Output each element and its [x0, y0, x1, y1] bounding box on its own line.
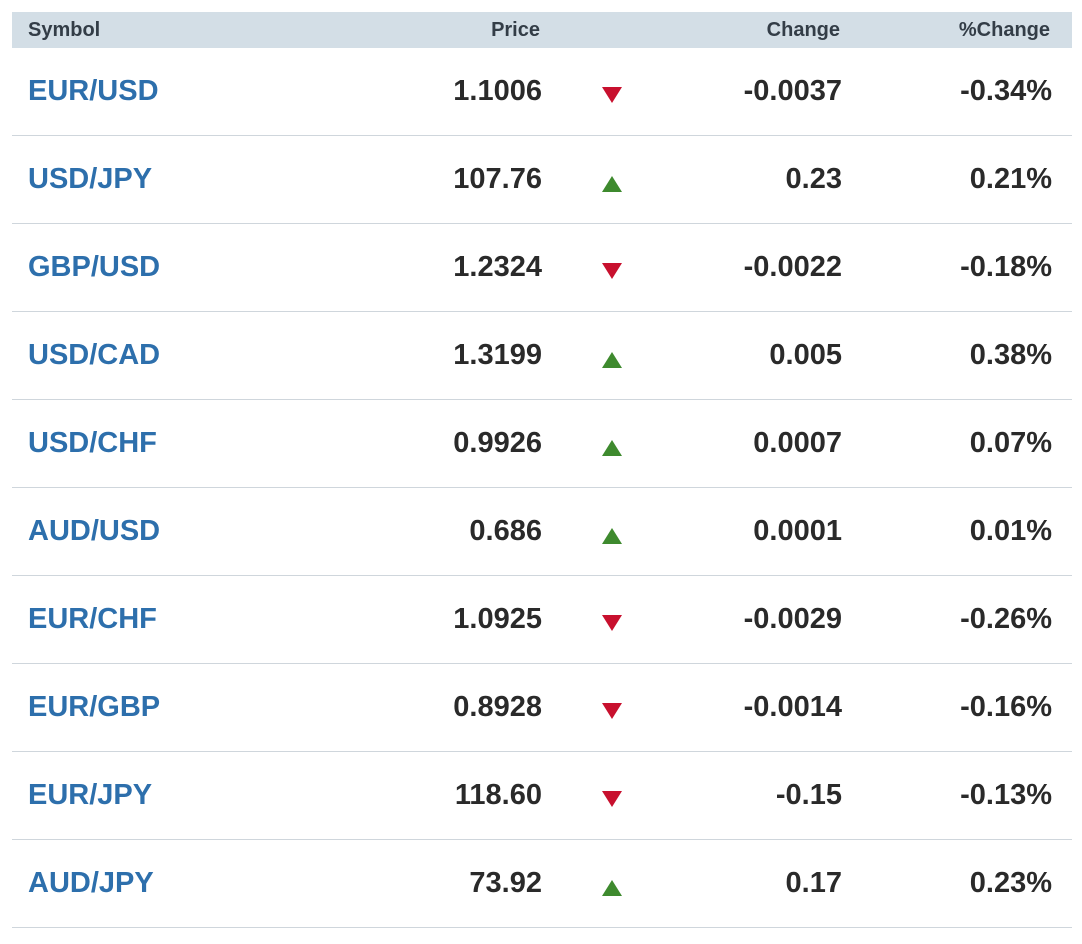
- price-value: 118.60: [454, 779, 542, 811]
- change-value: 0.005: [769, 339, 842, 371]
- pct-change-value: 0.38%: [969, 339, 1052, 371]
- up-triangle-icon: [600, 400, 624, 487]
- price-value: 0.9926: [453, 427, 542, 459]
- table-row: EUR/CHF 1.0925 -0.0029 -0.26%: [12, 576, 1072, 664]
- change-value: -0.0029: [743, 603, 842, 635]
- currency-table: Symbol Price Change %Change EUR/USD 1.100…: [12, 12, 1072, 928]
- price-value: 1.0925: [453, 603, 542, 635]
- table-row: AUD/JPY 73.92 0.17 0.23%: [12, 840, 1072, 928]
- change-value: -0.15: [775, 779, 842, 811]
- down-triangle-icon: [600, 752, 624, 839]
- pct-change-value: 0.01%: [969, 515, 1052, 547]
- change-value: -0.0022: [743, 251, 842, 283]
- pct-change-value: 0.23%: [969, 867, 1052, 899]
- pct-change-value: -0.26%: [960, 603, 1052, 635]
- table-row: GBP/USD 1.2324 -0.0022 -0.18%: [12, 224, 1072, 312]
- up-triangle-icon: [600, 840, 624, 927]
- table-body: EUR/USD 1.1006 -0.0037 -0.34% USD/JPY 107.76 0…: [12, 48, 1072, 928]
- header-price[interactable]: Price: [491, 12, 540, 48]
- pct-change-value: -0.16%: [960, 691, 1052, 723]
- symbol-link[interactable]: GBP/USD: [28, 224, 160, 311]
- price-value: 107.76: [453, 163, 542, 195]
- symbol-link[interactable]: USD/CHF: [28, 400, 157, 487]
- symbol-link[interactable]: EUR/USD: [28, 48, 159, 135]
- symbol-link[interactable]: EUR/GBP: [28, 664, 160, 751]
- pct-change-value: -0.34%: [960, 75, 1052, 107]
- change-value: -0.0014: [743, 691, 842, 723]
- pct-change-value: -0.13%: [960, 779, 1052, 811]
- symbol-link[interactable]: AUD/USD: [28, 488, 160, 575]
- up-triangle-icon: [600, 136, 624, 223]
- symbol-link[interactable]: USD/CAD: [28, 312, 160, 399]
- table-row: EUR/USD 1.1006 -0.0037 -0.34%: [12, 48, 1072, 136]
- down-triangle-icon: [600, 48, 624, 135]
- symbol-link[interactable]: USD/JPY: [28, 136, 152, 223]
- change-value: 0.0007: [753, 427, 842, 459]
- price-value: 1.3199: [453, 339, 542, 371]
- up-triangle-icon: [600, 312, 624, 399]
- change-value: -0.0037: [743, 75, 842, 107]
- price-value: 1.1006: [453, 75, 542, 107]
- pct-change-value: 0.21%: [969, 163, 1052, 195]
- change-value: 0.17: [785, 867, 842, 899]
- table-header: Symbol Price Change %Change: [12, 12, 1072, 48]
- table-row: USD/CHF 0.9926 0.0007 0.07%: [12, 400, 1072, 488]
- table-row: USD/CAD 1.3199 0.005 0.38%: [12, 312, 1072, 400]
- price-value: 73.92: [469, 867, 542, 899]
- symbol-link[interactable]: AUD/JPY: [28, 840, 154, 927]
- pct-change-value: 0.07%: [969, 427, 1052, 459]
- pct-change-value: -0.18%: [960, 251, 1052, 283]
- down-triangle-icon: [600, 224, 624, 311]
- table-row: EUR/JPY 118.60 -0.15 -0.13%: [12, 752, 1072, 840]
- price-value: 1.2324: [453, 251, 542, 283]
- up-triangle-icon: [600, 488, 624, 575]
- price-value: 0.8928: [453, 691, 542, 723]
- symbol-link[interactable]: EUR/CHF: [28, 576, 157, 663]
- down-triangle-icon: [600, 576, 624, 663]
- change-value: 0.0001: [753, 515, 842, 547]
- header-pct-change[interactable]: %Change: [959, 12, 1050, 48]
- header-change[interactable]: Change: [767, 12, 840, 48]
- symbol-link[interactable]: EUR/JPY: [28, 752, 152, 839]
- table-row: AUD/USD 0.686 0.0001 0.01%: [12, 488, 1072, 576]
- table-row: EUR/GBP 0.8928 -0.0014 -0.16%: [12, 664, 1072, 752]
- header-symbol[interactable]: Symbol: [28, 12, 100, 48]
- table-row: USD/JPY 107.76 0.23 0.21%: [12, 136, 1072, 224]
- down-triangle-icon: [600, 664, 624, 751]
- change-value: 0.23: [785, 163, 842, 195]
- price-value: 0.686: [469, 515, 542, 547]
